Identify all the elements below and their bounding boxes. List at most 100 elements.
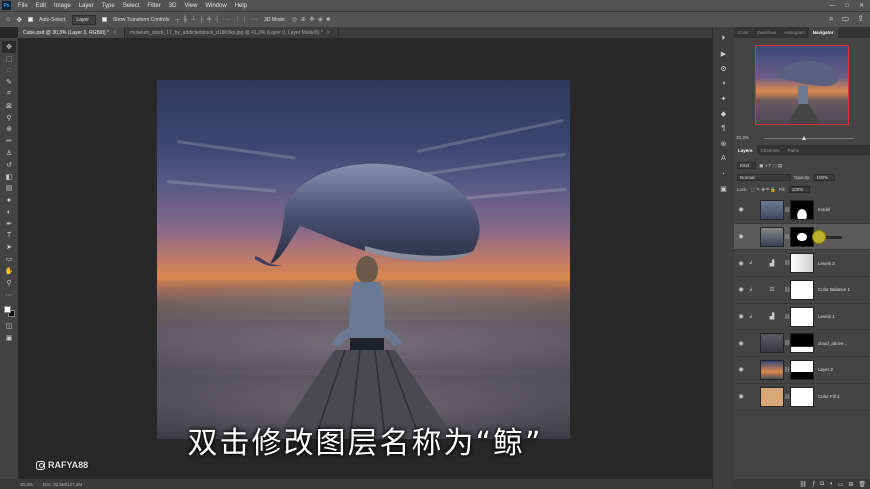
layer-mask-thumbnail[interactable] bbox=[790, 253, 814, 274]
pen-tool-icon[interactable]: ✒ bbox=[2, 218, 16, 230]
home-icon[interactable]: ⌂ bbox=[6, 16, 10, 23]
eye-icon[interactable]: ◉ bbox=[736, 393, 746, 400]
eye-icon[interactable]: ◉ bbox=[736, 366, 746, 373]
layer-row-layer-2[interactable]: ◉ ⛓ Layer 2 bbox=[734, 357, 870, 384]
layer-row-color-fill-1[interactable]: ◉ ⛓ Color Fill 1 bbox=[734, 384, 870, 411]
opacity-input[interactable]: 100% bbox=[813, 174, 836, 181]
eye-icon[interactable]: ◉ bbox=[736, 233, 746, 240]
auto-select-dropdown[interactable]: Layer bbox=[72, 14, 96, 25]
frame-tool-icon[interactable]: ⊠ bbox=[2, 100, 16, 112]
type-tool-icon[interactable]: T bbox=[2, 230, 16, 242]
gradient-tool-icon[interactable]: ▤ bbox=[2, 183, 16, 195]
layer-mask-thumbnail[interactable] bbox=[790, 306, 814, 327]
tab-layers[interactable]: Layers bbox=[734, 144, 757, 156]
menu-image[interactable]: Image bbox=[50, 3, 75, 9]
menu-3d[interactable]: 3D bbox=[165, 3, 181, 9]
tab-swatches[interactable]: Swatches bbox=[753, 27, 781, 38]
layer-mask-thumbnail[interactable] bbox=[790, 386, 814, 407]
eye-icon[interactable]: ◉ bbox=[736, 340, 746, 347]
new-layer-icon[interactable]: ⊞ bbox=[848, 481, 853, 488]
navigator-zoom-slider[interactable] bbox=[764, 136, 854, 140]
layer-mask-thumbnail[interactable] bbox=[790, 199, 814, 220]
menu-select[interactable]: Select bbox=[119, 3, 144, 9]
lasso-tool-icon[interactable]: ◌ bbox=[2, 65, 16, 77]
trash-icon[interactable]: 🗑 bbox=[858, 481, 866, 488]
tab-navigator[interactable]: Navigator bbox=[808, 27, 838, 38]
foreground-color-swatch[interactable] bbox=[4, 305, 11, 313]
zoom-slider-handle[interactable] bbox=[802, 136, 806, 140]
properties-panel-icon[interactable]: ⚙ bbox=[720, 65, 726, 74]
actions-panel-icon[interactable]: ▶ bbox=[721, 50, 726, 59]
layer-name[interactable]: Levels 1 bbox=[818, 314, 835, 319]
fx-icon[interactable]: ƒ bbox=[812, 481, 815, 487]
menu-window[interactable]: Window bbox=[201, 3, 230, 9]
link-layers-icon[interactable]: ⛓ bbox=[799, 481, 807, 488]
glyphs-panel-icon[interactable]: ꞏ bbox=[722, 170, 724, 179]
layer-row-whale[interactable]: ◉ ⛓ bbox=[734, 223, 870, 251]
3d-mode-icons[interactable]: ◎ ⊕ ✥ ◈ ■ bbox=[292, 16, 331, 23]
share-icon[interactable]: ⇪ bbox=[857, 14, 864, 24]
eraser-tool-icon[interactable]: ◧ bbox=[2, 171, 16, 183]
menu-layer[interactable]: Layer bbox=[75, 3, 98, 9]
hand-tool-icon[interactable]: ✋ bbox=[2, 265, 16, 277]
layer-name[interactable]: model bbox=[818, 207, 830, 212]
menu-view[interactable]: View bbox=[180, 3, 201, 9]
more-tools-icon[interactable]: ⋯ bbox=[2, 289, 16, 301]
libraries-panel-icon[interactable]: ▣ bbox=[720, 185, 727, 194]
menu-file[interactable]: File bbox=[14, 3, 32, 9]
layer-row-levels-1[interactable]: ◉ ↲ ▟ ⛓ Levels 1 bbox=[734, 304, 870, 331]
layer-name[interactable]: cloud_above... bbox=[818, 341, 847, 346]
adjustments-panel-icon[interactable]: ◑ bbox=[721, 80, 725, 89]
brush-panel-icon[interactable]: ✦ bbox=[721, 95, 727, 104]
layer-mask-thumbnail[interactable] bbox=[790, 359, 814, 380]
menu-help[interactable]: Help bbox=[231, 3, 251, 9]
zoom-tool-icon[interactable]: ⚲ bbox=[2, 277, 16, 289]
layer-name[interactable]: Levels 2 bbox=[818, 261, 835, 266]
tab-museum-stock[interactable]: museum_stock_17_by_addictedstock_d18h3kp… bbox=[125, 27, 339, 38]
group-icon[interactable]: ▭ bbox=[838, 481, 844, 488]
crop-tool-icon[interactable]: ⌗ bbox=[2, 88, 16, 100]
eye-icon[interactable]: ◉ bbox=[736, 260, 746, 267]
layer-mask-thumbnail[interactable] bbox=[790, 333, 814, 354]
eyedropper-tool-icon[interactable]: ⚲ bbox=[2, 112, 16, 124]
transform-controls-checkbox[interactable] bbox=[101, 17, 107, 22]
eye-icon[interactable]: ◉ bbox=[736, 313, 746, 320]
layer-kind-filter[interactable]: Kind bbox=[737, 162, 757, 169]
healing-tool-icon[interactable]: ⊕ bbox=[2, 124, 16, 136]
color-swatches[interactable] bbox=[2, 305, 16, 321]
maximize-button[interactable]: □ bbox=[845, 3, 849, 9]
navigator-zoom-value[interactable]: 30,3% bbox=[736, 135, 749, 140]
path-select-tool-icon[interactable]: ➤ bbox=[2, 242, 16, 254]
workspace-icon[interactable]: ▭ bbox=[842, 14, 850, 24]
adjustment-layer-icon[interactable]: ◑ bbox=[829, 481, 833, 487]
character-panel-icon[interactable]: A bbox=[721, 155, 726, 164]
layer-mask-thumbnail[interactable] bbox=[790, 226, 814, 247]
align-icons[interactable]: ┬ ╫ ┴ ├ ╪ ┤ ··· ⋮⋮ ⋯ bbox=[175, 16, 258, 23]
layer-row-color-balance-1[interactable]: ◉ ↲ ⚖ ⛓ Color Balance 1 bbox=[734, 277, 870, 304]
tab-color[interactable]: Color bbox=[734, 27, 753, 38]
move-tool-icon[interactable]: ✥ bbox=[16, 16, 22, 24]
layer-row-cloud[interactable]: ◉ ⛓ cloud_above... bbox=[734, 330, 870, 358]
minimize-button[interactable]: — bbox=[829, 3, 835, 9]
tab-histogram[interactable]: Histogram bbox=[780, 27, 809, 38]
document-canvas[interactable] bbox=[157, 80, 570, 439]
blend-mode-dropdown[interactable]: Normal bbox=[737, 174, 791, 181]
blur-tool-icon[interactable]: ● bbox=[2, 194, 16, 206]
stamp-tool-icon[interactable]: ♙ bbox=[2, 147, 16, 159]
tab-close-icon[interactable]: × bbox=[113, 30, 116, 36]
layer-row-model[interactable]: ◉ ⛓ model bbox=[734, 197, 870, 224]
filter-icons[interactable]: ▣ ◑ T ⬚ ▤ bbox=[759, 163, 782, 169]
canvas-area[interactable]: 双击修改图层名称为“鲸” RAFYA88 bbox=[18, 38, 712, 479]
search-icon[interactable]: ⌕ bbox=[829, 14, 833, 24]
history-brush-tool-icon[interactable]: ↺ bbox=[2, 159, 16, 171]
brush-tool-icon[interactable]: ✏ bbox=[2, 135, 16, 147]
layer-name[interactable]: Color Balance 1 bbox=[818, 287, 850, 292]
navigator-preview[interactable] bbox=[755, 45, 849, 125]
clone-source-icon[interactable]: ⊛ bbox=[721, 140, 727, 149]
3d-panel-icon[interactable]: ◆ bbox=[721, 110, 726, 119]
eye-icon[interactable]: ◉ bbox=[736, 286, 746, 293]
layer-mask-thumbnail[interactable] bbox=[790, 279, 814, 300]
move-tool-icon[interactable]: ✥ bbox=[2, 41, 16, 53]
shape-tool-icon[interactable]: ▭ bbox=[2, 253, 16, 265]
close-button[interactable]: ✕ bbox=[859, 2, 864, 9]
